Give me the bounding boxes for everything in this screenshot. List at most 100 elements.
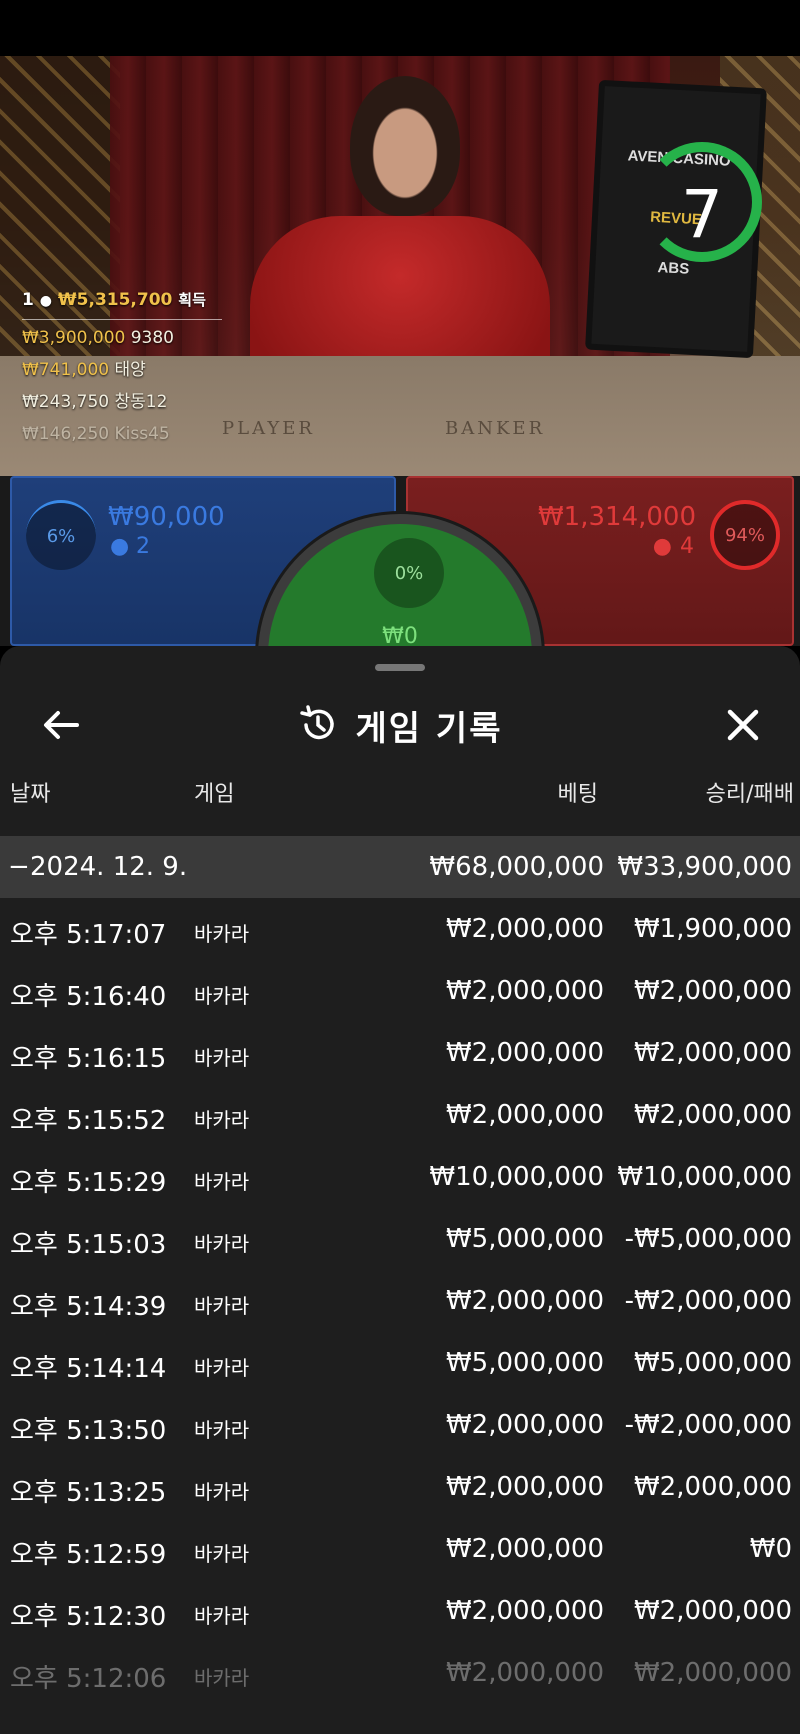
col-date: 날짜 [10,782,51,807]
status-bar [0,0,800,56]
row-bet: ₩2,000,000 [445,1100,604,1130]
row-time: 오후 5:12:06 [10,1664,167,1694]
history-list: 오후 5:17:07 바카라 ₩2,000,000 ₩1,900,000 오후 5:16… [0,898,800,1704]
history-row[interactable]: 오후 5:16:15 바카라 ₩2,000,000 ₩2,000,000 [0,1022,800,1084]
feed-name: 9380 [130,328,174,348]
row-winloss: -₩2,000,000 [624,1286,792,1316]
row-time: 오후 5:13:50 [10,1416,167,1446]
drag-handle[interactable] [375,664,425,671]
row-bet: ₩10,000,000 [429,1162,604,1192]
feed-row: ₩741,000 태양 [22,354,222,386]
sheet-header: 게임 기록 [0,686,800,766]
row-game: 바카라 [194,1666,250,1690]
row-winloss: ₩5,000,000 [633,1348,792,1378]
row-game: 바카라 [194,1170,250,1194]
row-game: 바카라 [194,1294,250,1318]
user-icon: ● [652,534,672,559]
row-time: 오후 5:16:15 [10,1044,167,1074]
row-time: 오후 5:14:14 [10,1354,167,1384]
live-video: PLAYER BANKER AVEN CASINO REVUE ABS 7 1 … [0,56,800,476]
row-game: 바카라 [194,1542,250,1566]
row-bet: ₩2,000,000 [445,1038,604,1068]
row-winloss: ₩2,000,000 [633,976,792,1006]
dealer-head [350,76,460,216]
row-game: 바카라 [194,1604,250,1628]
feed-row: ₩146,250 Kiss45 [22,418,222,450]
row-bet: ₩5,000,000 [445,1224,604,1254]
row-time: 오후 5:17:07 [10,920,167,950]
row-bet: ₩2,000,000 [445,976,604,1006]
history-row[interactable]: 오후 5:12:30 바카라 ₩2,000,000 ₩2,000,000 [0,1580,800,1642]
row-winloss: ₩2,000,000 [633,1472,792,1502]
feed-amount: ₩243,750 [22,392,110,412]
table-label-player: PLAYER [222,418,315,439]
feed-name: Kiss45 [114,424,170,444]
winners-feed: 1 ● ₩5,315,700 획득 ₩3,900,000 9380 ₩741,0… [22,284,222,450]
row-game: 바카라 [194,1418,250,1442]
row-time: 오후 5:12:30 [10,1602,167,1632]
history-row[interactable]: 오후 5:14:39 바카라 ₩2,000,000 -₩2,000,000 [0,1270,800,1332]
row-game: 바카라 [194,984,250,1008]
player-amount: ₩90,000 [108,502,225,532]
history-row[interactable]: 오후 5:12:59 바카라 ₩2,000,000 ₩0 [0,1518,800,1580]
row-bet: ₩2,000,000 [445,1596,604,1626]
row-bet: ₩2,000,000 [445,1658,604,1688]
row-winloss: ₩2,000,000 [633,1100,792,1130]
row-game: 바카라 [194,1232,250,1256]
feed-name: 창동12 [114,392,168,412]
player-count: 2 [136,534,150,559]
row-bet: ₩2,000,000 [445,914,604,944]
history-row[interactable]: 오후 5:16:40 바카라 ₩2,000,000 ₩2,000,000 [0,960,800,1022]
bet-panels: 6% ₩90,000 ● 2 ₩1,314,000 ● 4 94% 0% ₩0 [0,476,800,798]
history-row[interactable]: 오후 5:13:50 바카라 ₩2,000,000 -₩2,000,000 [0,1394,800,1456]
date-group-row[interactable]: − 2024. 12. 9. ₩68,000,000 ₩33,900,000 [0,836,800,898]
banker-count: 4 [680,534,694,559]
sheet-title-group: 게임 기록 [0,700,800,750]
history-row[interactable]: 오후 5:17:07 바카라 ₩2,000,000 ₩1,900,000 [0,898,800,960]
row-winloss: ₩0 [749,1534,792,1564]
history-row[interactable]: 오후 5:13:25 바카라 ₩2,000,000 ₩2,000,000 [0,1456,800,1518]
row-game: 바카라 [194,922,250,946]
row-bet: ₩2,000,000 [445,1472,604,1502]
row-winloss: ₩2,000,000 [633,1658,792,1688]
row-bet: ₩2,000,000 [445,1534,604,1564]
game-history-sheet: 게임 기록 날짜 게임 베팅 승리/패배 − 2024. 12. 9. ₩68,… [0,646,800,1734]
col-game: 게임 [194,782,235,807]
row-time: 오후 5:15:03 [10,1230,167,1260]
user-icon: ● [110,534,130,559]
feed-amount: ₩146,250 [22,424,110,444]
close-icon [727,709,759,741]
row-time: 오후 5:14:39 [10,1292,167,1322]
col-bet: 베팅 [557,782,598,807]
close-button[interactable] [718,700,768,750]
feed-amount: ₩741,000 [22,360,110,380]
history-row[interactable]: 오후 5:14:14 바카라 ₩5,000,000 ₩5,000,000 [0,1332,800,1394]
feed-suffix: 획득 [178,291,206,309]
row-bet: ₩5,000,000 [445,1348,604,1378]
feed-rank: 1 [22,290,34,310]
row-winloss: ₩2,000,000 [633,1596,792,1626]
collapse-icon: − [8,852,30,882]
row-winloss: ₩10,000,000 [617,1162,792,1192]
feed-amount: ₩5,315,700 [57,290,173,310]
row-winloss: -₩5,000,000 [624,1224,792,1254]
history-row[interactable]: 오후 5:15:03 바카라 ₩5,000,000 -₩5,000,000 [0,1208,800,1270]
group-date: 2024. 12. 9. [30,852,188,882]
row-bet: ₩2,000,000 [445,1410,604,1440]
history-row[interactable]: 오후 5:15:29 바카라 ₩10,000,000 ₩10,000,000 [0,1146,800,1208]
row-time: 오후 5:12:59 [10,1540,167,1570]
row-time: 오후 5:16:40 [10,982,167,1012]
history-row[interactable]: 오후 5:15:52 바카라 ₩2,000,000 ₩2,000,000 [0,1084,800,1146]
banker-percent: 94% [710,500,780,570]
history-row[interactable]: 오후 5:12:06 바카라 ₩2,000,000 ₩2,000,000 [0,1642,800,1704]
col-winloss: 승리/패배 [705,782,794,807]
feed-row: ₩243,750 창동12 [22,386,222,418]
tie-percent: 0% [374,538,444,608]
row-winloss: ₩1,900,000 [633,914,792,944]
group-winloss-total: ₩33,900,000 [617,852,792,882]
row-time: 오후 5:15:52 [10,1106,167,1136]
player-percent: 6% [26,500,96,570]
row-winloss: ₩2,000,000 [633,1038,792,1068]
row-time: 오후 5:13:25 [10,1478,167,1508]
table-label-banker: BANKER [445,418,546,439]
